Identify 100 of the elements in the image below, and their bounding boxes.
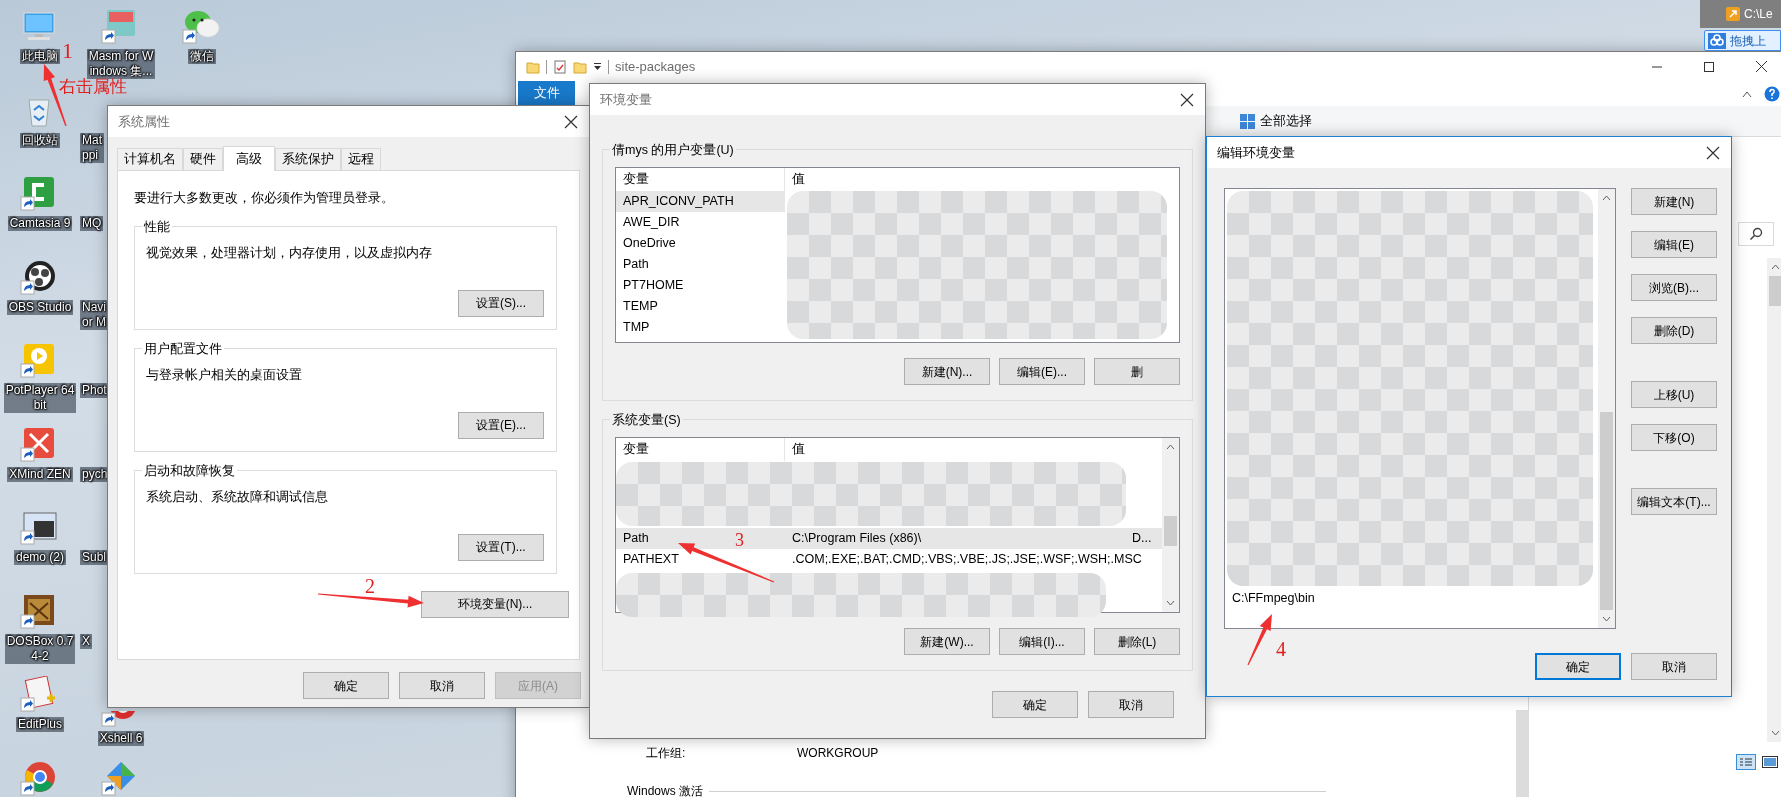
icon-label[interactable]: DOSBox 0.7 4-2 xyxy=(4,633,76,664)
dialog-button[interactable]: 删除(L) xyxy=(1094,628,1180,655)
scroll-down-icon[interactable] xyxy=(1771,730,1780,736)
field-label: 工作组: xyxy=(646,745,687,762)
variable-name[interactable]: APR_ICONV_PATH xyxy=(616,191,785,212)
dialog-button[interactable]: 编辑(E)... xyxy=(999,358,1085,385)
icon-label[interactable]: X xyxy=(80,633,92,649)
tab[interactable]: 远程 xyxy=(341,148,381,170)
dialog-button[interactable]: 确定 xyxy=(992,691,1078,718)
scroll-thumb[interactable] xyxy=(1769,276,1781,306)
scroll-down-icon[interactable] xyxy=(1166,600,1175,606)
dialog-button[interactable]: 确定 xyxy=(303,672,389,699)
column-header[interactable]: 值 xyxy=(785,438,805,461)
annotation-label: 4 xyxy=(1276,638,1286,660)
variable-name: PATHEXT xyxy=(622,551,679,569)
variable-name[interactable]: PT7HOME xyxy=(616,275,785,296)
list-row[interactable]: PATHEXT .COM;.EXE;.BAT;.CMD;.VBS;.VBE;.JS;.JSE;.WSF;.WSH;.MSC xyxy=(616,549,1162,570)
variable-name[interactable]: AWE_DIR xyxy=(616,212,785,233)
path-entry: C:\FFmpeg\bin xyxy=(1231,589,1315,607)
tab[interactable]: 计算机名 xyxy=(117,148,183,170)
icon-label[interactable]: Camtasia 9 xyxy=(7,216,73,231)
icon-label[interactable]: Xshell 6 xyxy=(97,731,145,746)
scrollbar[interactable] xyxy=(1162,438,1179,612)
scroll-thumb[interactable] xyxy=(1600,412,1613,610)
scrollbar[interactable] xyxy=(1598,189,1615,628)
dialog-button[interactable]: 下移(O) xyxy=(1631,424,1717,451)
search-field[interactable] xyxy=(1738,222,1774,246)
close-button[interactable] xyxy=(563,113,579,130)
tab[interactable]: 硬件 xyxy=(183,148,223,170)
upload-button[interactable]: 拖拽上 xyxy=(1704,30,1781,51)
dialog-button[interactable]: 取消 xyxy=(1088,691,1174,718)
settings-button[interactable]: 设置(T)... xyxy=(458,533,544,561)
dialog-button[interactable]: 新建(N)... xyxy=(904,358,990,385)
group-description: 视觉效果，处理器计划，内存使用，以及虚拟内存 xyxy=(146,244,433,262)
variable-name[interactable]: Path xyxy=(616,254,785,275)
preview-view-icon[interactable] xyxy=(1760,754,1780,770)
collapse-ribbon-icon[interactable] xyxy=(1742,89,1752,98)
dialog-button[interactable]: 编辑(E) xyxy=(1631,231,1717,258)
variable-name[interactable]: TEMP xyxy=(616,296,785,317)
close-button[interactable] xyxy=(1705,144,1721,161)
app-icon[interactable] xyxy=(20,509,60,547)
dialog-button[interactable]: 新建(N) xyxy=(1631,188,1717,215)
settings-button[interactable]: 设置(S)... xyxy=(458,289,544,317)
scroll-thumb[interactable] xyxy=(1164,516,1177,546)
dialog-button[interactable]: 编辑(I)... xyxy=(999,628,1085,655)
path-list[interactable]: C:\FFmpeg\bin xyxy=(1224,188,1616,629)
scroll-up-icon[interactable] xyxy=(1771,264,1780,270)
variable-list[interactable]: 变量 值 APR_ICONV_PATH AWE_DIR OneDrive Path PT7HOME TEMP TMP xyxy=(615,167,1180,343)
icon-label[interactable]: EditPlus xyxy=(16,717,64,732)
column-header[interactable]: 值 xyxy=(785,168,805,191)
icon-label[interactable]: 此电脑 xyxy=(20,49,60,64)
dialog-button[interactable]: 编辑文本(T)... xyxy=(1631,488,1717,515)
icon-label[interactable]: MQ xyxy=(80,216,104,231)
annotation-label: 1 xyxy=(62,38,73,63)
scroll-up-icon[interactable] xyxy=(1602,195,1611,201)
icon-label[interactable]: PotPlayer 64 bit xyxy=(3,383,77,413)
dropdown-icon[interactable] xyxy=(593,62,602,71)
search-icon xyxy=(1749,227,1763,241)
ribbon-tab[interactable]: 文件 xyxy=(518,81,575,106)
column-header[interactable]: 变量 xyxy=(616,438,785,461)
chat-bubble-icon[interactable] xyxy=(182,8,222,46)
scrollbar[interactable] xyxy=(1767,258,1781,742)
icon-label[interactable]: Masm for W indows 集... xyxy=(86,49,156,79)
window-title: 系统属性 xyxy=(118,112,170,131)
link-icon xyxy=(1726,7,1740,21)
help-icon[interactable] xyxy=(1764,85,1780,102)
scroll-down-icon[interactable] xyxy=(1602,616,1611,622)
dialog-button[interactable]: 浏览(B)... xyxy=(1631,274,1717,301)
variable-name[interactable]: OneDrive xyxy=(616,233,785,254)
environment-variables-button[interactable]: 环境变量(N)... xyxy=(421,590,569,618)
scroll-up-icon[interactable] xyxy=(1166,444,1175,450)
settings-button[interactable]: 设置(E)... xyxy=(458,411,544,439)
list-row[interactable]: C:\FFmpeg\bin xyxy=(1225,588,1598,608)
window-title: site-packages xyxy=(615,57,696,76)
group-title: 系统变量(S) xyxy=(610,411,683,430)
icon-label[interactable]: 回收站 xyxy=(20,132,60,148)
annotation-arrow xyxy=(1247,614,1272,666)
icon-label[interactable]: XMind ZEN xyxy=(7,466,73,482)
variable-name[interactable]: TMP xyxy=(616,317,785,338)
dialog-button[interactable]: 确定 xyxy=(1535,653,1621,680)
close-icon[interactable] xyxy=(1755,61,1767,72)
icon-label[interactable]: OBS Studio xyxy=(6,299,74,315)
dialog-button[interactable]: 删 xyxy=(1094,358,1180,385)
icon-label[interactable]: 微信 xyxy=(188,49,216,64)
dialog-button[interactable]: 上移(U) xyxy=(1631,381,1717,408)
select-all-button[interactable]: 全部选择 xyxy=(1260,111,1312,131)
dialog-button[interactable]: 取消 xyxy=(1631,653,1717,680)
icon-label[interactable]: demo (2) xyxy=(14,550,66,565)
maximize-icon[interactable] xyxy=(1704,61,1714,72)
dialog-button[interactable]: 新建(W)... xyxy=(904,628,990,655)
tab[interactable]: 高级 xyxy=(223,146,275,171)
scrollbar[interactable] xyxy=(1516,710,1528,797)
group-description: 系统启动、系统故障和调试信息 xyxy=(146,488,329,506)
grid-icon[interactable] xyxy=(1239,112,1256,130)
checklist-icon[interactable] xyxy=(553,59,567,74)
icon-label[interactable]: Mat ppi xyxy=(80,132,104,163)
dialog-button[interactable]: 删除(D) xyxy=(1631,317,1717,344)
dialog-button[interactable]: 取消 xyxy=(399,672,485,699)
tab[interactable]: 系统保护 xyxy=(275,148,341,170)
close-button[interactable] xyxy=(1179,91,1195,108)
